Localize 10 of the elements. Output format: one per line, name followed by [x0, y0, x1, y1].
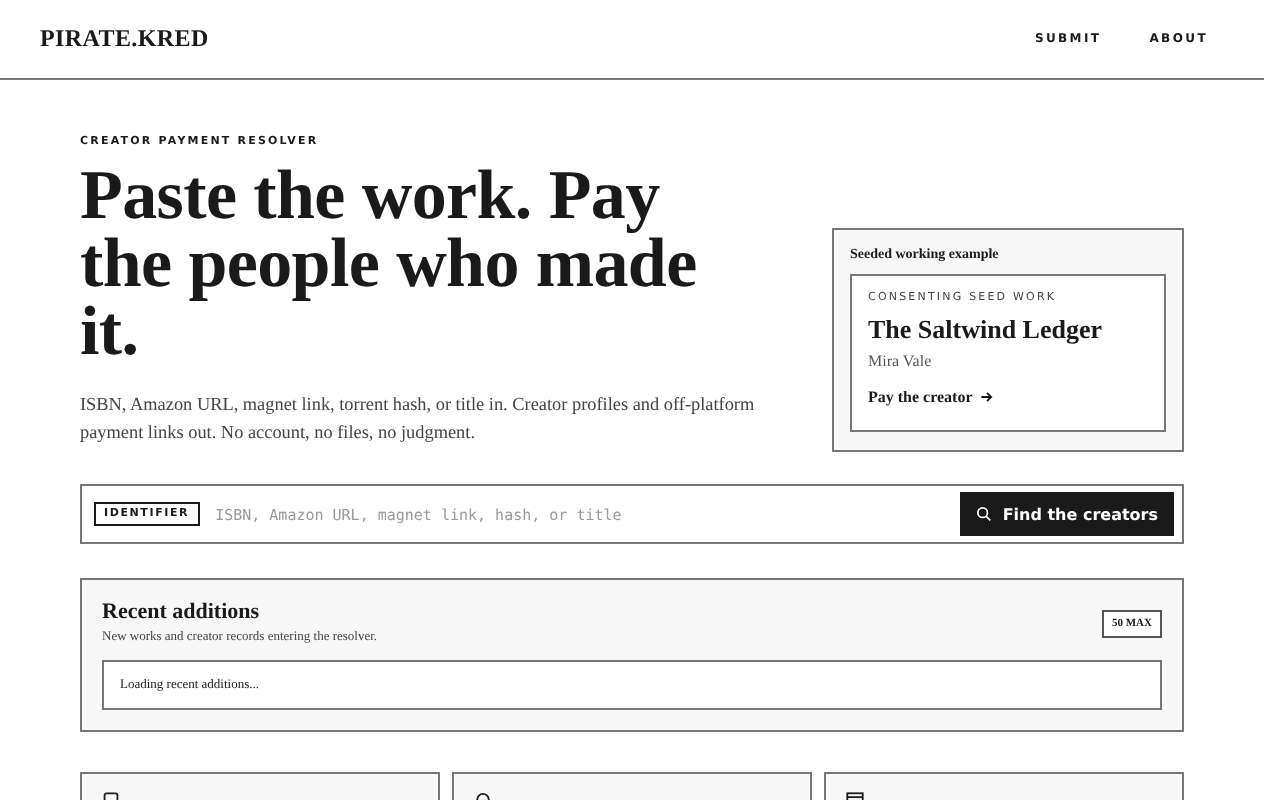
- find-creators-button[interactable]: Find the creators: [960, 492, 1174, 536]
- hero-heading: Paste the work. Pay the people who made it.: [80, 162, 699, 366]
- work-title: The Saltwind Ledger: [868, 314, 1105, 346]
- search-icon: [976, 506, 993, 522]
- pay-creator-link[interactable]: Pay the creator: [868, 388, 995, 406]
- hero-description: ISBN, Amazon URL, magnet link, torrent hash, or title in. Creator profiles and off-platform payment links out. No account, no files, no judgment.: [80, 392, 757, 446]
- recent-heading: Recent additions: [102, 600, 262, 624]
- site-logo[interactable]: PIRATE.KRED: [40, 24, 209, 54]
- arrow-icon: [980, 390, 995, 404]
- work-author: Mira Vale: [868, 352, 934, 370]
